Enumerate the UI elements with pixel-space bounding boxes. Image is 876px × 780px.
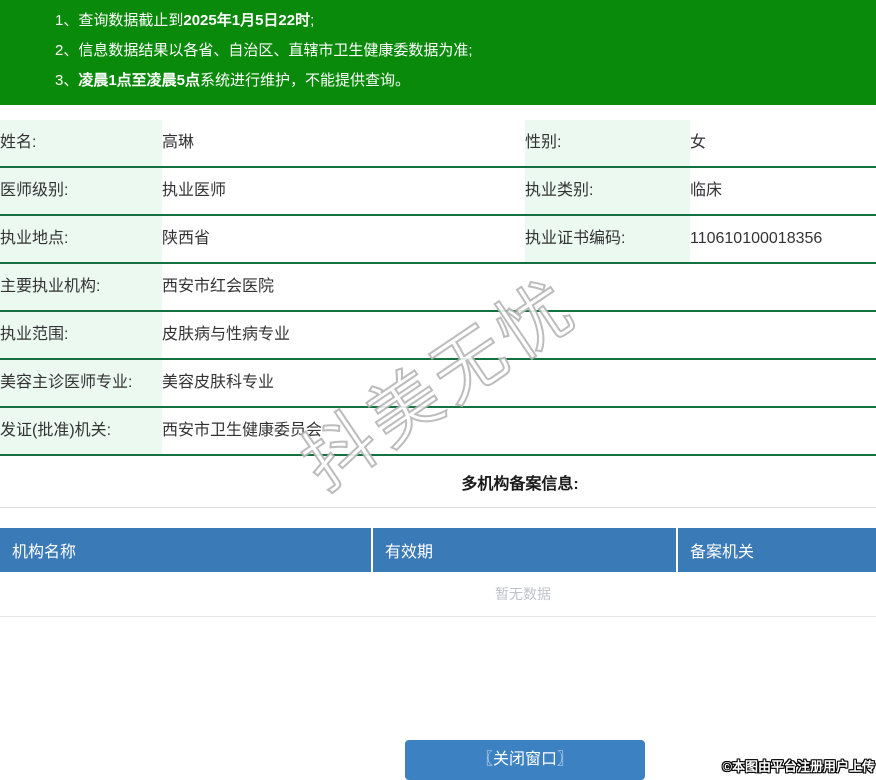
empty-data-text: 暂无数据 <box>0 572 876 617</box>
table-row: 医师级别: 执业医师 执业类别: 临床 <box>0 167 876 216</box>
field-value-certificate-no: 110610100018356 <box>690 215 876 264</box>
field-value-gender: 女 <box>690 120 876 168</box>
multi-institution-section-title: 多机构备案信息: <box>461 476 579 493</box>
field-label-certificate-no: 执业证书编码: <box>525 215 690 264</box>
field-label-practice-category: 执业类别: <box>525 167 690 216</box>
field-value-practice-category: 临床 <box>690 167 876 216</box>
field-label-issuing-authority: 发证(批准)机关: <box>0 407 162 456</box>
field-label-cosmetic-specialty: 美容主诊医师专业: <box>0 359 162 408</box>
copyright-stamp: ©本图由平台注册用户上传 <box>722 759 875 774</box>
records-table: 机构名称 有效期 备案机关 暂无数据 <box>0 528 876 617</box>
column-header-filing-authority: 备案机关 <box>677 528 876 572</box>
notice-banner: 1、查询数据截止到2025年1月5日22时; 2、信息数据结果以各省、自治区、直… <box>0 0 876 105</box>
practitioner-info-table: 姓名: 高琳 性别: 女 医师级别: 执业医师 执业类别: 临床 执业地点: 陕… <box>0 120 876 456</box>
field-label-practice-scope: 执业范围: <box>0 311 162 360</box>
field-value-main-institution: 西安市红会医院 <box>162 263 876 312</box>
field-value-practice-location: 陕西省 <box>162 215 525 264</box>
table-row: 发证(批准)机关: 西安市卫生健康委员会 <box>0 407 876 456</box>
field-value-cosmetic-specialty: 美容皮肤科专业 <box>162 359 876 408</box>
table-row: 美容主诊医师专业: 美容皮肤科专业 <box>0 359 876 408</box>
table-row: 执业范围: 皮肤病与性病专业 <box>0 311 876 360</box>
table-row: 主要执业机构: 西安市红会医院 <box>0 263 876 312</box>
close-window-button[interactable]: 〖关闭窗口〗 <box>405 740 645 780</box>
notice-line: 3、凌晨1点至凌晨5点系统进行维护，不能提供查询。 <box>55 72 411 89</box>
notice-line: 1、查询数据截止到2025年1月5日22时; <box>55 12 315 29</box>
field-label-gender: 性别: <box>525 120 690 168</box>
field-value-practice-scope: 皮肤病与性病专业 <box>162 311 876 360</box>
records-empty-row: 暂无数据 <box>0 572 876 617</box>
table-row: 执业地点: 陕西省 执业证书编码: 110610100018356 <box>0 215 876 264</box>
field-label-name: 姓名: <box>0 120 162 168</box>
field-label-practice-location: 执业地点: <box>0 215 162 264</box>
field-value-doctor-level: 执业医师 <box>162 167 525 216</box>
records-header-row: 机构名称 有效期 备案机关 <box>0 528 876 572</box>
field-label-doctor-level: 医师级别: <box>0 167 162 216</box>
field-label-main-institution: 主要执业机构: <box>0 263 162 312</box>
field-value-issuing-authority: 西安市卫生健康委员会 <box>162 407 876 456</box>
column-header-validity-period: 有效期 <box>372 528 678 572</box>
section-divider <box>0 507 876 508</box>
notice-line: 2、信息数据结果以各省、自治区、直辖市卫生健康委数据为准; <box>55 42 473 59</box>
table-row: 姓名: 高琳 性别: 女 <box>0 120 876 168</box>
column-header-institution-name: 机构名称 <box>0 528 373 572</box>
field-value-name: 高琳 <box>162 120 525 168</box>
